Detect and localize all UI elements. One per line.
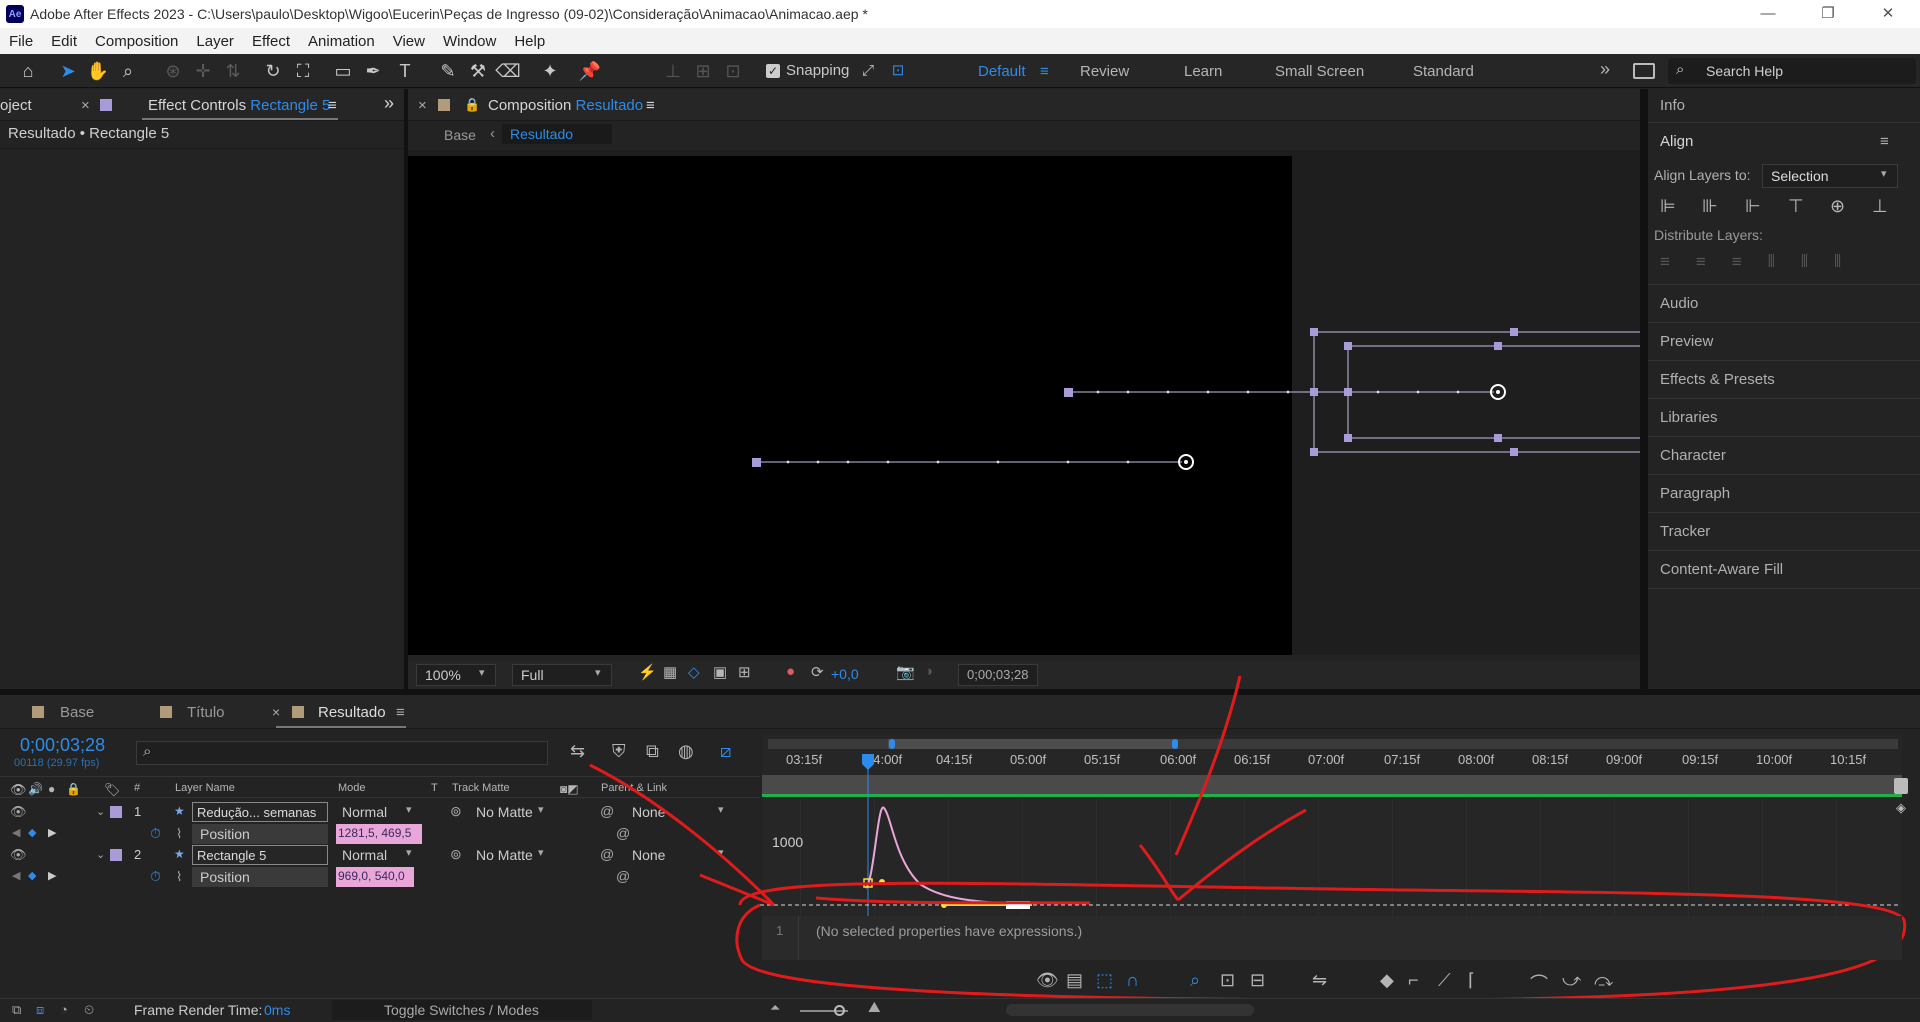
expression-editor[interactable]: 1 (No selected properties have expressio… — [762, 916, 1902, 960]
graph-overlay — [589, 675, 1907, 1002]
zoom-out-icon[interactable]: ⏶ — [770, 1000, 780, 1016]
separate-dimensions-icon[interactable]: ⇋ — [1312, 970, 1327, 991]
expression-line-number: 1 — [776, 923, 784, 938]
linear-keyframe-icon[interactable]: ⟋ — [1438, 970, 1451, 991]
timeline-horizontal-scrollbar[interactable] — [1006, 1004, 1254, 1016]
toggle-switches-label: Toggle Switches / Modes — [384, 1002, 539, 1018]
frame-render-value: 0ms — [264, 1002, 291, 1018]
easy-ease-icon[interactable]: ⌒ — [1530, 970, 1548, 996]
hold-keyframe-icon[interactable]: ⌐ — [1408, 970, 1419, 991]
easy-ease-in-icon[interactable]: ⤻ — [1562, 970, 1581, 991]
zoom-slider-thumb[interactable] — [834, 1005, 845, 1016]
auto-bezier-icon[interactable]: ⌈ — [1468, 970, 1475, 991]
expression-placeholder: (No selected properties have expressions… — [816, 923, 1083, 939]
show-properties-icon[interactable]: 👁 — [1036, 970, 1059, 991]
speed-graph-curve — [865, 806, 1021, 905]
fit-all-icon[interactable]: ⊟ — [1250, 970, 1265, 991]
easy-ease-out-icon[interactable]: ⤼ — [1594, 970, 1613, 991]
auto-zoom-height-icon[interactable]: ⌕ — [1190, 970, 1200, 991]
playhead-handle[interactable] — [862, 754, 874, 770]
fit-selection-icon[interactable]: ⊡ — [1220, 970, 1235, 991]
edit-keyframe-icon[interactable]: ◆ — [1380, 970, 1394, 991]
expression-gutter — [798, 916, 799, 960]
app-window: Ae Adobe After Effects 2023 - C:\Users\p… — [0, 0, 1920, 1022]
show-transform-box-icon[interactable]: ⬚ — [1096, 970, 1113, 991]
snap-icon[interactable]: ∩ — [1126, 970, 1139, 991]
layer-switches-icon[interactable]: ⧉ — [12, 1002, 21, 1018]
frame-render-label: Frame Render Time: — [134, 1002, 263, 1018]
render-time-icon[interactable]: ⏲ — [84, 1002, 94, 1018]
graph-type-icon[interactable]: ▤ — [1066, 970, 1083, 991]
transfer-controls-icon[interactable]: ⧈ — [36, 1002, 44, 1018]
in-out-panes-icon[interactable]: ◔ — [60, 1002, 68, 1017]
zoom-in-icon[interactable]: ⛰ — [868, 999, 881, 1016]
timeline-status-bar: ⧉ ⧈ ◔ ⏲ Frame Render Time: 0ms Toggle Sw… — [0, 998, 1920, 1022]
toggle-switches-modes-button[interactable]: Toggle Switches / Modes — [332, 1000, 592, 1020]
